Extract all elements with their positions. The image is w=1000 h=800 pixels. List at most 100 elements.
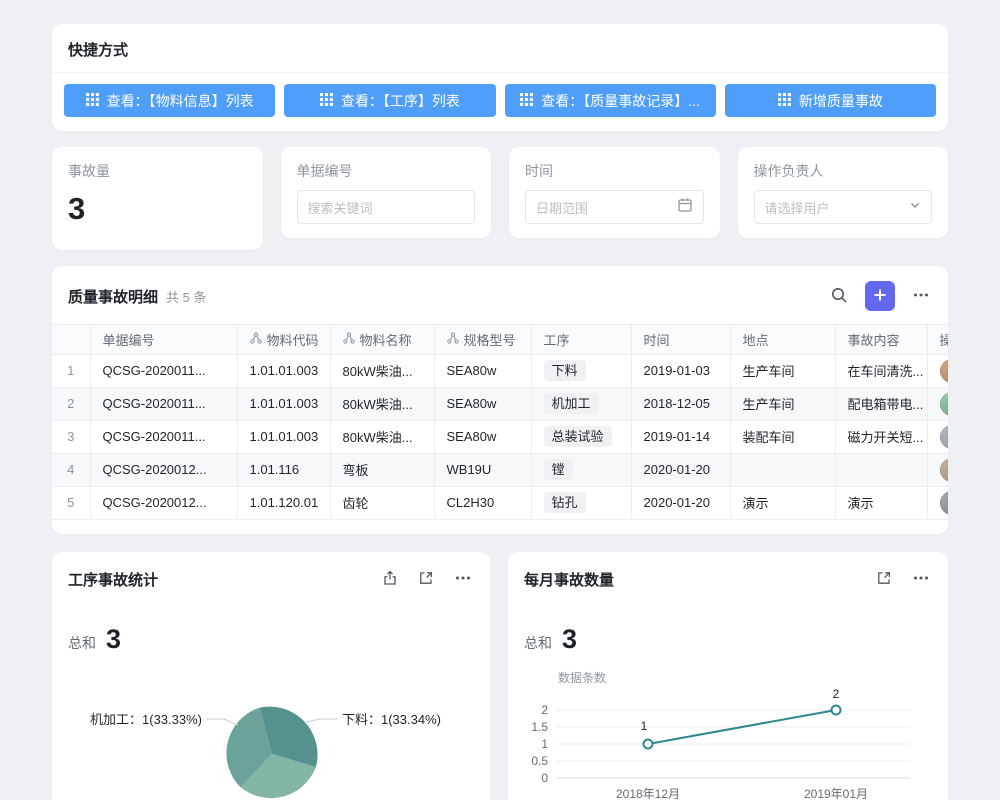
chevron-down-icon — [909, 198, 921, 216]
table-container: 单据编号 物料代码 物料名称 规格型号 工序 时间 地点 事故内容 操作负责人 … — [52, 324, 948, 520]
monthly-line-chart: 数据条数 2 1.5 1 0.5 0 1 2 2018年12月 2019年01月 — [508, 670, 948, 800]
pie-card-actions — [380, 567, 474, 592]
cell-content — [835, 453, 927, 486]
doc-number-label: 单据编号 — [297, 161, 476, 181]
data-point[interactable] — [644, 739, 653, 748]
relation-icon — [250, 332, 262, 347]
accident-table: 单据编号 物料代码 物料名称 规格型号 工序 时间 地点 事故内容 操作负责人 … — [52, 325, 948, 520]
avatar — [940, 491, 949, 515]
process-tag: 钻孔 — [544, 492, 586, 513]
date-range-input[interactable]: 日期范围 — [525, 190, 704, 224]
doc-number-search-input[interactable]: 搜索关键词 — [297, 190, 476, 224]
more-button[interactable] — [910, 567, 932, 592]
dashboard-page: 快捷方式 查看：【物料信息】列表 查看：【工序】列表 查看：【质量事故记录】..… — [0, 0, 1000, 800]
shortcuts-title: 快捷方式 — [52, 24, 948, 72]
pie-card-header: 工序事故统计 — [68, 567, 474, 592]
add-record-button[interactable] — [865, 281, 895, 311]
line-chart-title: 每月事故数量 — [524, 569, 614, 590]
table-actions — [828, 281, 932, 311]
total-value: 3 — [562, 624, 577, 655]
cell-process: 下料 — [531, 354, 631, 387]
filter-row: 事故量 3 单据编号 搜索关键词 时间 日期范围 操作负责人 请选择用户 — [52, 147, 948, 250]
cell-place: 演示 — [730, 486, 835, 519]
time-label: 时间 — [525, 161, 704, 181]
shortcut-buttons-row: 查看：【物料信息】列表 查看：【工序】列表 查看：【质量事故记录】... 新增质… — [52, 73, 948, 131]
line-card-actions — [874, 567, 932, 592]
avatar — [940, 359, 949, 383]
shortcut-button-label: 新增质量事故 — [799, 91, 883, 111]
shortcut-button-label: 查看：【工序】列表 — [341, 91, 460, 111]
more-icon — [912, 286, 930, 307]
cell-time: 2019-01-14 — [631, 420, 730, 453]
monthly-accidents-card: 每月事故数量 总和 3 数据条数 2 1.5 1 0.5 — [508, 552, 948, 800]
operator-label: 操作负责人 — [754, 161, 933, 181]
table-row[interactable]: 5 QCSG-2020012... 1.01.120.01 齿轮 CL2H30 … — [52, 486, 948, 519]
cell-spec: WB19U — [434, 453, 531, 486]
user-select[interactable]: 请选择用户 — [754, 190, 933, 224]
accident-detail-table-card: 质量事故明细 共 5 条 单据编号 物料代码 物料名称 — [52, 266, 948, 534]
cell-content: 磁力开关短... — [835, 420, 927, 453]
point-label: 1 — [641, 719, 648, 733]
process-tag: 总装试验 — [544, 426, 612, 447]
col-content: 事故内容 — [835, 325, 927, 354]
expand-icon — [876, 570, 892, 589]
export-button[interactable] — [380, 568, 400, 591]
more-button[interactable] — [910, 284, 932, 309]
table-row[interactable]: 3 QCSG-2020011... 1.01.01.003 80kW柴油... … — [52, 420, 948, 453]
x-tick: 2019年01月 — [804, 787, 868, 800]
table-row[interactable]: 1 QCSG-2020011... 1.01.01.003 80kW柴油... … — [52, 354, 948, 387]
y-tick: 0.5 — [531, 754, 548, 768]
process-pie-chart: 机加工：1(33.33%) 下料：1(33.34%) 总装试验：1(33.33%… — [52, 672, 490, 800]
row-index: 3 — [52, 420, 90, 453]
cell-name: 80kW柴油... — [330, 354, 434, 387]
y-tick: 0 — [541, 771, 548, 785]
relation-icon — [343, 332, 355, 347]
expand-button[interactable] — [416, 568, 436, 591]
accident-count-card: 事故量 3 — [52, 147, 263, 250]
table-title: 质量事故明细 — [68, 286, 158, 307]
y-tick: 1 — [541, 737, 548, 751]
cell-code: 1.01.120.01 — [237, 486, 330, 519]
cell-owner — [927, 354, 948, 387]
grid-icon — [520, 93, 533, 109]
table-row[interactable]: 4 QCSG-2020012... 1.01.116 弯板 WB19U 镗 20… — [52, 453, 948, 486]
cell-process: 机加工 — [531, 387, 631, 420]
cell-doc: QCSG-2020012... — [90, 486, 237, 519]
y-tick: 2 — [541, 703, 548, 717]
cell-name: 弯板 — [330, 453, 434, 486]
shortcut-view-material-list-button[interactable]: 查看：【物料信息】列表 — [64, 84, 275, 117]
search-button[interactable] — [828, 284, 850, 309]
cell-code: 1.01.116 — [237, 453, 330, 486]
col-place: 地点 — [730, 325, 835, 354]
shortcut-view-accident-records-button[interactable]: 查看：【质量事故记录】... — [505, 84, 716, 117]
stat-label: 事故量 — [68, 161, 247, 181]
col-process: 工序 — [531, 325, 631, 354]
table-header-bar: 质量事故明细 共 5 条 — [52, 266, 948, 324]
cell-spec: SEA80w — [434, 387, 531, 420]
table-row[interactable]: 2 QCSG-2020011... 1.01.01.003 80kW柴油... … — [52, 387, 948, 420]
series-label: 数据条数 — [558, 670, 606, 685]
cell-owner — [927, 420, 948, 453]
calendar-icon — [677, 197, 693, 218]
cell-code: 1.01.01.003 — [237, 420, 330, 453]
charts-row: 工序事故统计 总和 3 机加工：1(3 — [52, 552, 948, 800]
data-point[interactable] — [832, 705, 841, 714]
pie-label-jijiagong: 机加工：1(33.33%) — [90, 712, 202, 727]
col-time: 时间 — [631, 325, 730, 354]
shortcut-new-accident-button[interactable]: 新增质量事故 — [725, 84, 936, 117]
process-tag: 机加工 — [544, 393, 599, 414]
col-owner: 操作负责人 — [927, 325, 948, 354]
avatar — [940, 458, 949, 482]
cell-time: 2020-01-20 — [631, 453, 730, 486]
operator-filter-card: 操作负责人 请选择用户 — [738, 147, 949, 238]
shortcut-view-process-list-button[interactable]: 查看：【工序】列表 — [284, 84, 495, 117]
stat-value: 3 — [68, 190, 247, 227]
col-index — [52, 325, 90, 354]
search-icon — [830, 286, 848, 307]
row-index: 1 — [52, 354, 90, 387]
more-button[interactable] — [452, 567, 474, 592]
expand-button[interactable] — [874, 568, 894, 591]
pie-total: 总和 3 — [68, 624, 474, 655]
cell-code: 1.01.01.003 — [237, 354, 330, 387]
cell-owner — [927, 387, 948, 420]
